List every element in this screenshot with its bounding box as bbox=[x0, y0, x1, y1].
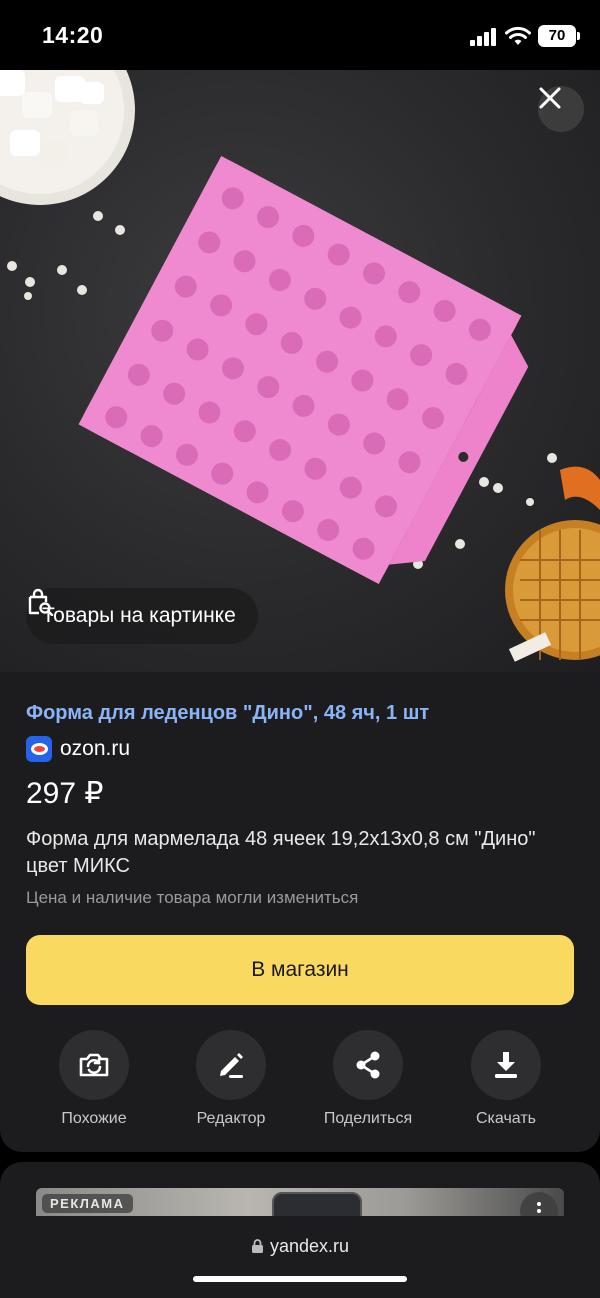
share-button[interactable]: Поделиться bbox=[298, 1030, 438, 1128]
action-label: Похожие bbox=[61, 1110, 127, 1127]
product-description: Форма для мармелада 48 ячеек 19,2х13х0,8… bbox=[26, 828, 536, 877]
shopping-bag-search-icon bbox=[28, 588, 54, 616]
url-field[interactable]: yandex.ru bbox=[0, 1236, 600, 1257]
product-price: 297 ₽ bbox=[26, 777, 104, 810]
lock-icon bbox=[251, 1239, 263, 1253]
home-indicator[interactable] bbox=[193, 1276, 407, 1282]
product-title-link[interactable]: Форма для леденцов "Дино", 48 яч, 1 шт bbox=[26, 702, 429, 725]
action-label: Редактор bbox=[196, 1110, 266, 1127]
action-label: Поделиться bbox=[323, 1110, 413, 1127]
close-button[interactable] bbox=[538, 86, 584, 132]
action-bar: Похожие Редактор Поделиться Скачать bbox=[0, 1030, 600, 1130]
ad-card[interactable]: РЕКЛАМА bbox=[0, 1162, 600, 1222]
source-link[interactable]: ozon.ru bbox=[26, 736, 130, 762]
download-icon bbox=[495, 1052, 517, 1078]
editor-button[interactable]: Редактор bbox=[161, 1030, 301, 1128]
battery-indicator: 70 bbox=[538, 25, 580, 47]
status-time: 14:20 bbox=[42, 22, 104, 48]
goods-chip-label: Товары на картинке bbox=[42, 604, 236, 627]
url-text: yandex.ru bbox=[269, 1236, 350, 1256]
action-label: Скачать bbox=[476, 1110, 536, 1127]
price-disclaimer: Цена и наличие товара могли измениться bbox=[26, 888, 359, 907]
ad-badge: РЕКЛАМА bbox=[42, 1194, 133, 1213]
similar-button[interactable]: Похожие bbox=[24, 1030, 164, 1128]
cellular-signal-icon bbox=[470, 28, 498, 46]
camera-search-icon bbox=[79, 1053, 109, 1077]
product-image[interactable]: Товары на картинке bbox=[0, 70, 600, 672]
to-shop-button[interactable]: В магазин bbox=[26, 935, 574, 1005]
status-bar: 14:20 70 bbox=[0, 0, 600, 70]
product-photo bbox=[0, 70, 600, 662]
product-card: Форма для леденцов "Дино", 48 яч, 1 шт o… bbox=[0, 672, 600, 1152]
download-button[interactable]: Скачать bbox=[436, 1030, 576, 1128]
ozon-logo-icon bbox=[26, 736, 52, 762]
source-name: ozon.ru bbox=[60, 737, 131, 760]
pencil-icon bbox=[220, 1053, 243, 1078]
browser-url-bar[interactable]: yandex.ru bbox=[0, 1216, 600, 1298]
wifi-icon bbox=[505, 26, 531, 45]
share-icon bbox=[356, 1051, 380, 1079]
goods-in-picture-button[interactable]: Товары на картинке bbox=[26, 588, 258, 644]
close-icon bbox=[539, 87, 561, 109]
